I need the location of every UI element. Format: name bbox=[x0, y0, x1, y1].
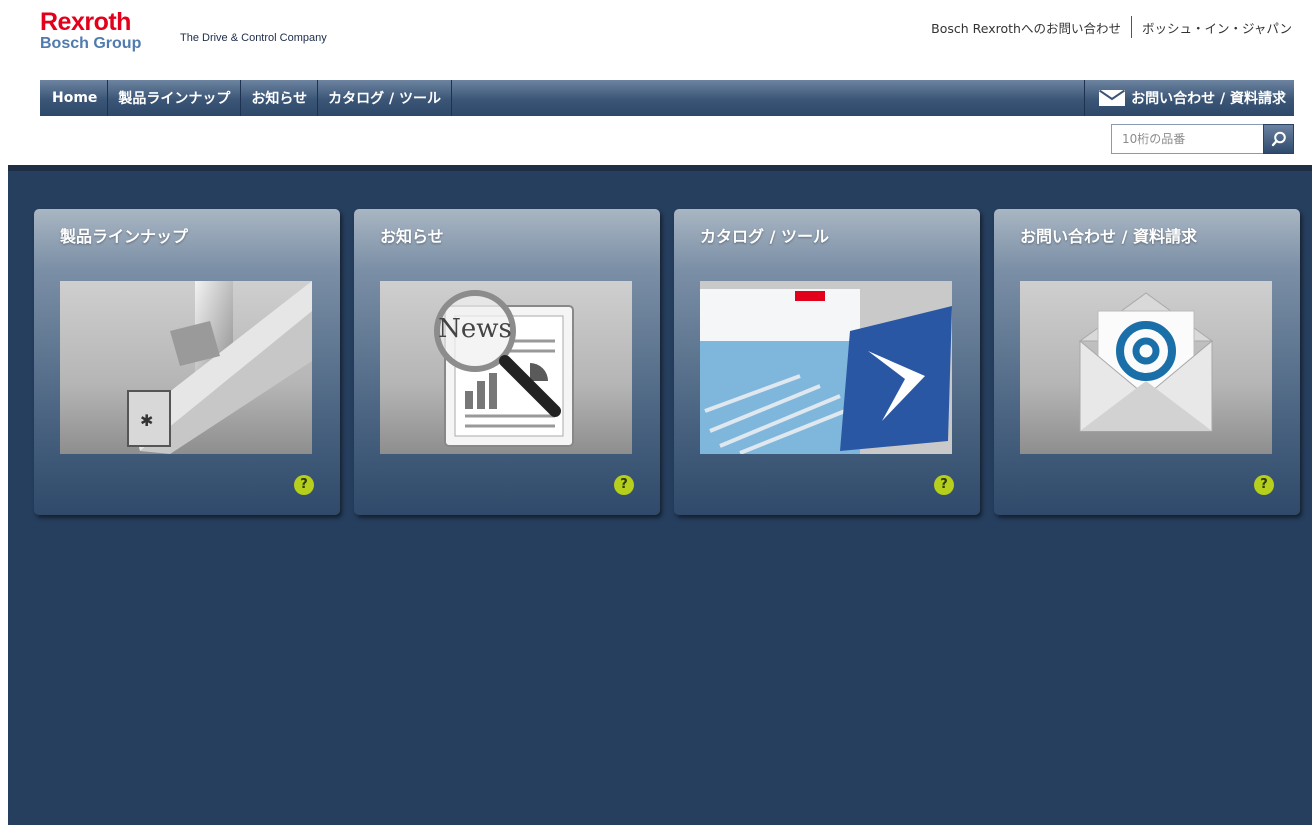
tile-title: お問い合わせ / 資料請求 bbox=[1020, 227, 1197, 246]
help-icon[interactable]: ? bbox=[1254, 475, 1274, 495]
nav-contact-request[interactable]: お問い合わせ / 資料請求 bbox=[1084, 80, 1294, 116]
nav-products[interactable]: 製品ラインナップ bbox=[108, 80, 242, 116]
tile-title: お知らせ bbox=[380, 227, 444, 246]
nav-home[interactable]: Home bbox=[40, 80, 109, 116]
search-input[interactable] bbox=[1111, 124, 1263, 154]
svg-text:✱: ✱ bbox=[140, 411, 153, 430]
tile-catalog[interactable]: カタログ / ツール ? bbox=[674, 209, 980, 515]
rexroth-logo[interactable]: Rexroth Bosch Group bbox=[40, 10, 141, 53]
mail-icon bbox=[1099, 90, 1126, 106]
nav-news[interactable]: お知らせ bbox=[241, 80, 319, 116]
part-number-search bbox=[1111, 124, 1294, 154]
news-image-text: News bbox=[438, 314, 512, 344]
nav-catalog[interactable]: カタログ / ツール bbox=[318, 80, 453, 116]
news-magnifier-image: News bbox=[380, 281, 632, 454]
search-button[interactable] bbox=[1263, 124, 1294, 154]
tile-contact[interactable]: お問い合わせ / 資料請求 ? bbox=[994, 209, 1300, 515]
main-nav: Home 製品ラインナップ お知らせ カタログ / ツール お問い合わせ / 資… bbox=[40, 80, 1294, 116]
tile-products[interactable]: 製品ラインナップ ✱ ? bbox=[34, 209, 340, 515]
tile-title: カタログ / ツール bbox=[700, 227, 829, 246]
divider bbox=[1130, 16, 1132, 38]
nav-contact-label: お問い合わせ / 資料請求 bbox=[1131, 91, 1286, 107]
logo-group: Bosch Group bbox=[40, 35, 142, 52]
help-icon[interactable]: ? bbox=[294, 475, 314, 495]
catalog-image bbox=[700, 281, 952, 454]
company-tagline: The Drive & Control Company bbox=[180, 32, 327, 44]
top-links: Bosch Rexrothへのお問い合わせ ボッシュ・イン・ジャパン bbox=[931, 16, 1292, 38]
logo-wordmark: Rexroth bbox=[40, 8, 131, 36]
contact-rexroth-link[interactable]: Bosch Rexrothへのお問い合わせ bbox=[931, 18, 1121, 37]
search-icon bbox=[1271, 131, 1286, 147]
aluminum-profile-image: ✱ bbox=[60, 281, 312, 454]
help-icon[interactable]: ? bbox=[934, 475, 954, 495]
tile-news[interactable]: お知らせ News ? bbox=[354, 209, 660, 515]
help-icon[interactable]: ? bbox=[614, 475, 634, 495]
site-header: Rexroth Bosch Group The Drive & Control … bbox=[0, 0, 1312, 165]
bosch-japan-link[interactable]: ボッシュ・イン・ジャパン bbox=[1142, 18, 1292, 37]
envelope-at-image bbox=[1020, 281, 1272, 454]
tile-title: 製品ラインナップ bbox=[60, 227, 189, 246]
main-content: 製品ラインナップ ✱ ? お知らせ News ? カタログ / ツール ? お問… bbox=[8, 165, 1312, 825]
